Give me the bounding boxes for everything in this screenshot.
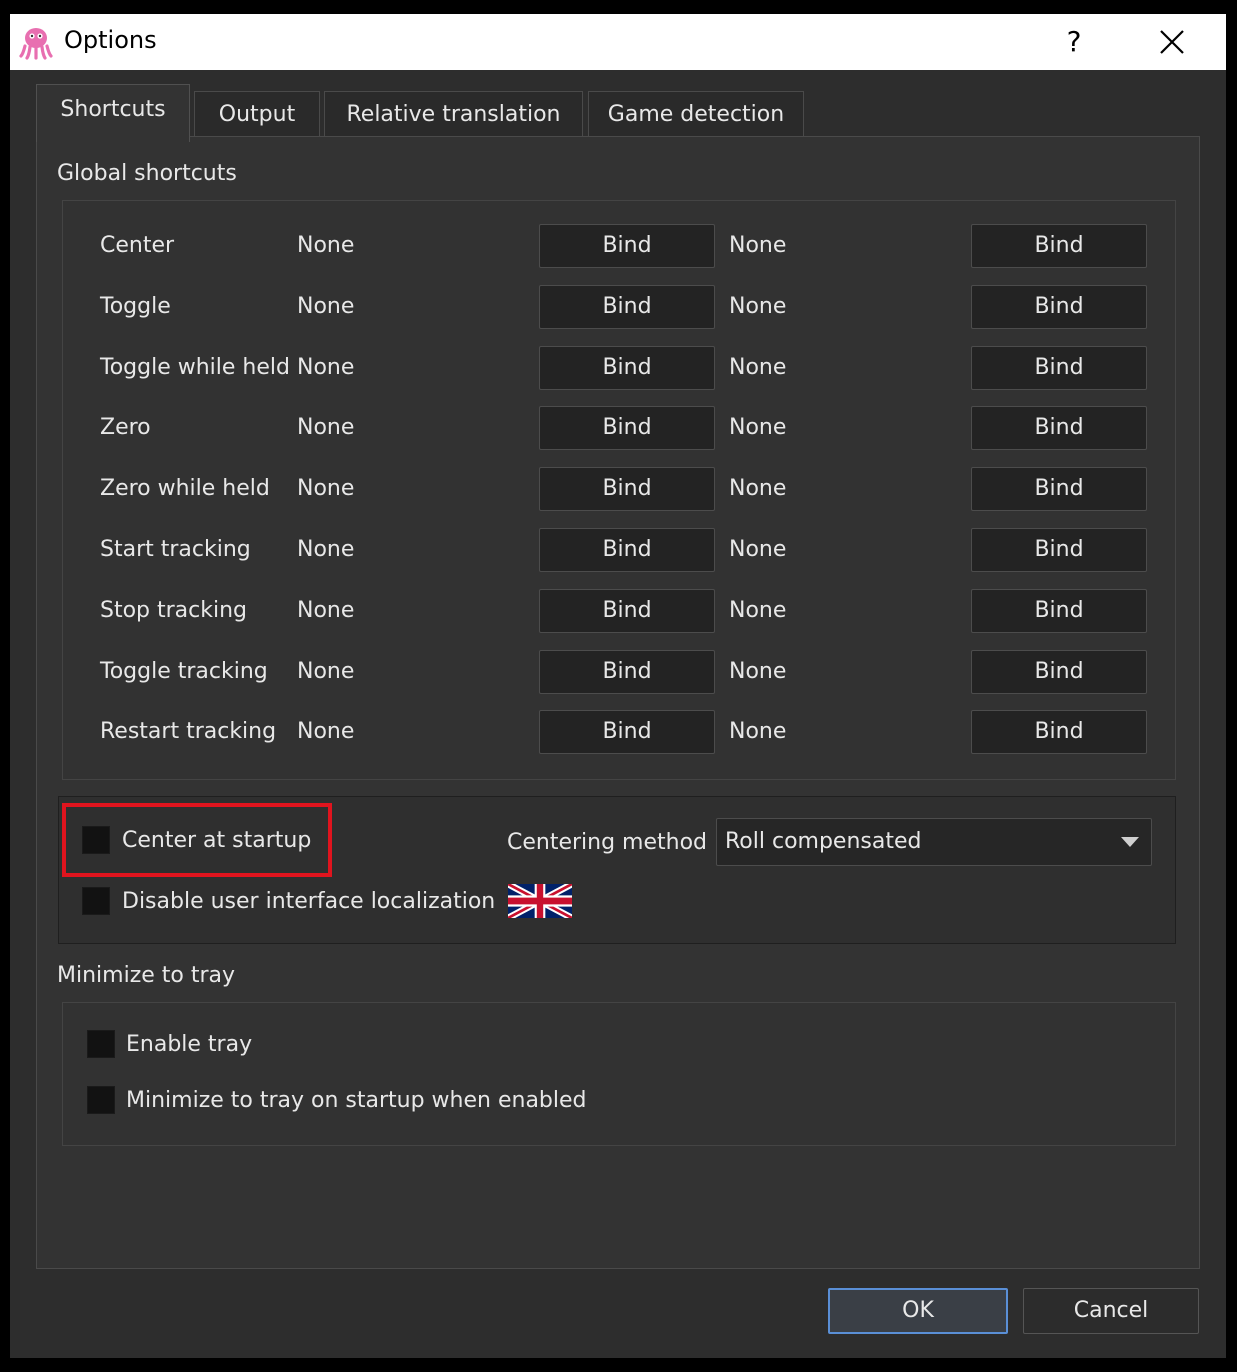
ok-button[interactable]: OK [828,1288,1008,1334]
shortcut-key-secondary: None [729,233,787,258]
bind-button-primary[interactable]: Bind [539,710,715,754]
bind-button-secondary[interactable]: Bind [971,710,1147,754]
bind-button-secondary[interactable]: Bind [971,406,1147,450]
shortcut-key-secondary: None [729,294,787,319]
tab-output[interactable]: Output [194,91,320,139]
tab-game-detection[interactable]: Game detection [588,91,804,139]
shortcut-label: Restart tracking [100,719,277,744]
close-button[interactable] [1152,22,1192,62]
shortcut-key-primary: None [297,719,355,744]
disable-localization-label[interactable]: Disable user interface localization [122,887,495,917]
bind-button-secondary[interactable]: Bind [971,346,1147,390]
bind-button-primary[interactable]: Bind [539,346,715,390]
options-dialog: Options ? Shortcuts Output Relative tran… [10,14,1226,1358]
uk-flag-icon [508,884,572,918]
shortcut-label: Center [100,233,175,258]
shortcut-label: Toggle [100,294,171,319]
shortcut-key-secondary: None [729,476,787,501]
bind-button-primary[interactable]: Bind [539,528,715,572]
cancel-button[interactable]: Cancel [1023,1288,1199,1334]
bind-button-primary[interactable]: Bind [539,589,715,633]
centering-method-value: Roll compensated [725,829,922,854]
tray-group [62,1002,1176,1146]
bind-button-secondary[interactable]: Bind [971,528,1147,572]
title-bar: Options ? [10,14,1226,70]
shortcut-label: Stop tracking [100,598,248,623]
red-highlight-box [62,803,332,877]
shortcut-key-secondary: None [729,598,787,623]
bind-button-secondary[interactable]: Bind [971,224,1147,268]
bind-button-primary[interactable]: Bind [539,224,715,268]
bind-button-primary[interactable]: Bind [539,406,715,450]
shortcut-key-primary: None [297,598,355,623]
tab-shortcuts[interactable]: Shortcuts [36,84,190,142]
shortcut-label: Toggle while held [100,355,290,380]
disable-localization-checkbox[interactable] [82,887,110,915]
bind-button-primary[interactable]: Bind [539,285,715,329]
chevron-down-icon [1121,837,1139,847]
bind-button-primary[interactable]: Bind [539,650,715,694]
help-button[interactable]: ? [1054,22,1094,62]
bind-button-secondary[interactable]: Bind [971,467,1147,511]
centering-method-dropdown[interactable]: Roll compensated [716,818,1152,866]
enable-tray-checkbox[interactable] [87,1030,115,1058]
tab-relative-translation[interactable]: Relative translation [324,91,583,139]
shortcut-key-primary: None [297,659,355,684]
shortcut-key-primary: None [297,415,355,440]
shortcut-key-primary: None [297,355,355,380]
shortcut-key-primary: None [297,294,355,319]
shortcut-label: Zero [100,415,151,440]
shortcut-label: Start tracking [100,537,251,562]
shortcut-label: Zero while held [100,476,270,501]
minimize-on-startup-checkbox[interactable] [87,1086,115,1114]
window-title: Options [64,26,157,54]
shortcut-key-secondary: None [729,719,787,744]
centering-method-label: Centering method [507,830,708,855]
bind-button-secondary[interactable]: Bind [971,650,1147,694]
bind-button-primary[interactable]: Bind [539,467,715,511]
shortcut-key-primary: None [297,537,355,562]
shortcut-key-secondary: None [729,537,787,562]
bind-button-secondary[interactable]: Bind [971,285,1147,329]
minimize-to-tray-title: Minimize to tray [57,963,236,988]
minimize-on-startup-label[interactable]: Minimize to tray on startup when enabled [126,1086,587,1116]
shortcut-key-primary: None [297,233,355,258]
shortcut-label: Toggle tracking [100,659,268,684]
shortcut-key-secondary: None [729,415,787,440]
shortcut-key-primary: None [297,476,355,501]
close-icon [1160,30,1184,54]
enable-tray-label[interactable]: Enable tray [126,1030,252,1060]
global-shortcuts-title: Global shortcuts [57,161,237,186]
bind-button-secondary[interactable]: Bind [971,589,1147,633]
shortcut-key-secondary: None [729,355,787,380]
octopus-app-icon [19,28,53,60]
shortcut-key-secondary: None [729,659,787,684]
